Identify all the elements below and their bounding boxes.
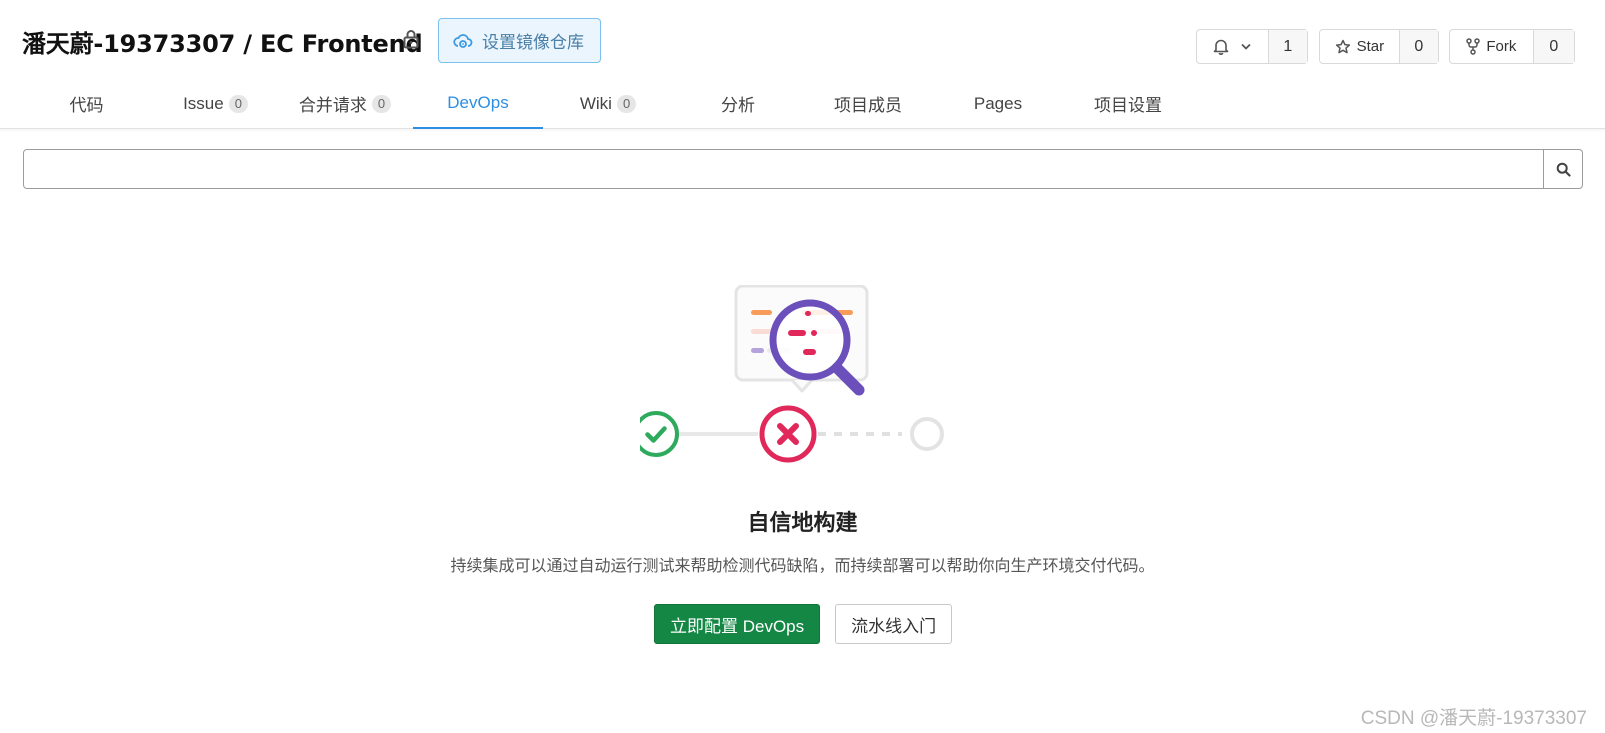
empty-state-description: 持续集成可以通过自动运行测试来帮助检测代码缺陷，而持续部署可以帮助你向生产环境交… xyxy=(450,558,1155,575)
cloud-gear-icon xyxy=(453,33,473,48)
chevron-down-icon xyxy=(1241,43,1251,50)
tab-members[interactable]: 项目成员 xyxy=(803,78,933,129)
tab-label: Wiki xyxy=(579,93,612,113)
mirror-repo-label: 设置镜像仓库 xyxy=(482,33,584,52)
tab-count-badge: 0 xyxy=(616,94,637,113)
watch-count[interactable]: 1 xyxy=(1267,30,1307,63)
tab-count-badge: 0 xyxy=(371,94,392,113)
tab-pages[interactable]: Pages xyxy=(933,78,1063,129)
watch-button[interactable] xyxy=(1197,30,1268,63)
tab-label: 项目设置 xyxy=(1094,96,1162,115)
error-circle-icon xyxy=(759,405,817,463)
empty-state-actions: 立即配置 DevOps 流水线入门 xyxy=(654,604,953,644)
pipeline-getting-started-button[interactable]: 流水线入门 xyxy=(835,604,953,644)
tab-label: 合并请求 xyxy=(298,96,367,115)
search-bar xyxy=(23,149,1583,189)
star-button-group: Star 0 xyxy=(1319,29,1439,64)
mirror-repo-button[interactable]: 设置镜像仓库 xyxy=(438,18,601,63)
tab-analytics[interactable]: 分析 xyxy=(673,78,803,129)
bell-icon xyxy=(1214,39,1229,55)
fork-button[interactable]: Fork xyxy=(1450,30,1533,63)
tab-label: 项目成员 xyxy=(834,96,902,115)
pending-circle-icon xyxy=(910,417,944,451)
tab-devops[interactable]: DevOps xyxy=(413,78,543,129)
devops-empty-illustration xyxy=(640,285,944,463)
tab-wiki[interactable]: Wiki 0 xyxy=(543,78,673,129)
tab-count-badge: 0 xyxy=(228,94,248,113)
project-header: 潘天蔚-19373307 / EC Frontend 设置镜像仓库 1 Star… xyxy=(0,0,1605,78)
lock-icon xyxy=(403,30,419,49)
tab-code[interactable]: 代码 xyxy=(30,78,143,129)
search-button[interactable] xyxy=(1543,150,1582,188)
check-circle-icon xyxy=(640,411,679,457)
watermark: CSDN @潘天蔚-19373307 xyxy=(1360,708,1587,729)
tab-settings[interactable]: 项目设置 xyxy=(1063,78,1193,129)
star-button[interactable]: Star xyxy=(1320,30,1399,63)
tab-label: Pages xyxy=(973,93,1023,113)
tab-issue[interactable]: Issue 0 xyxy=(158,78,273,129)
repo-title[interactable]: 潘天蔚-19373307 / EC Frontend xyxy=(22,24,423,59)
project-nav-tabs: 代码 Issue 0 合并请求 0 DevOps Wiki 0 分析 项目成员 … xyxy=(0,78,1605,129)
configure-devops-button[interactable]: 立即配置 DevOps xyxy=(654,604,821,644)
search-icon xyxy=(1556,162,1571,177)
tab-label: 代码 xyxy=(69,96,104,115)
fork-count[interactable]: 0 xyxy=(1532,30,1574,63)
star-label: Star xyxy=(1356,38,1385,55)
tab-label: 分析 xyxy=(721,96,755,115)
star-count[interactable]: 0 xyxy=(1398,30,1438,63)
star-icon xyxy=(1335,39,1350,53)
fork-label: Fork xyxy=(1486,38,1517,55)
fork-button-group: Fork 0 xyxy=(1449,29,1575,64)
tab-label: Issue xyxy=(183,93,224,113)
search-input[interactable] xyxy=(24,150,1543,188)
tab-merge-requests[interactable]: 合并请求 0 xyxy=(286,78,404,129)
tab-label: DevOps xyxy=(447,92,509,112)
watch-button-group: 1 xyxy=(1196,29,1308,64)
empty-state-title: 自信地构建 xyxy=(747,511,858,536)
fork-icon xyxy=(1466,38,1481,55)
